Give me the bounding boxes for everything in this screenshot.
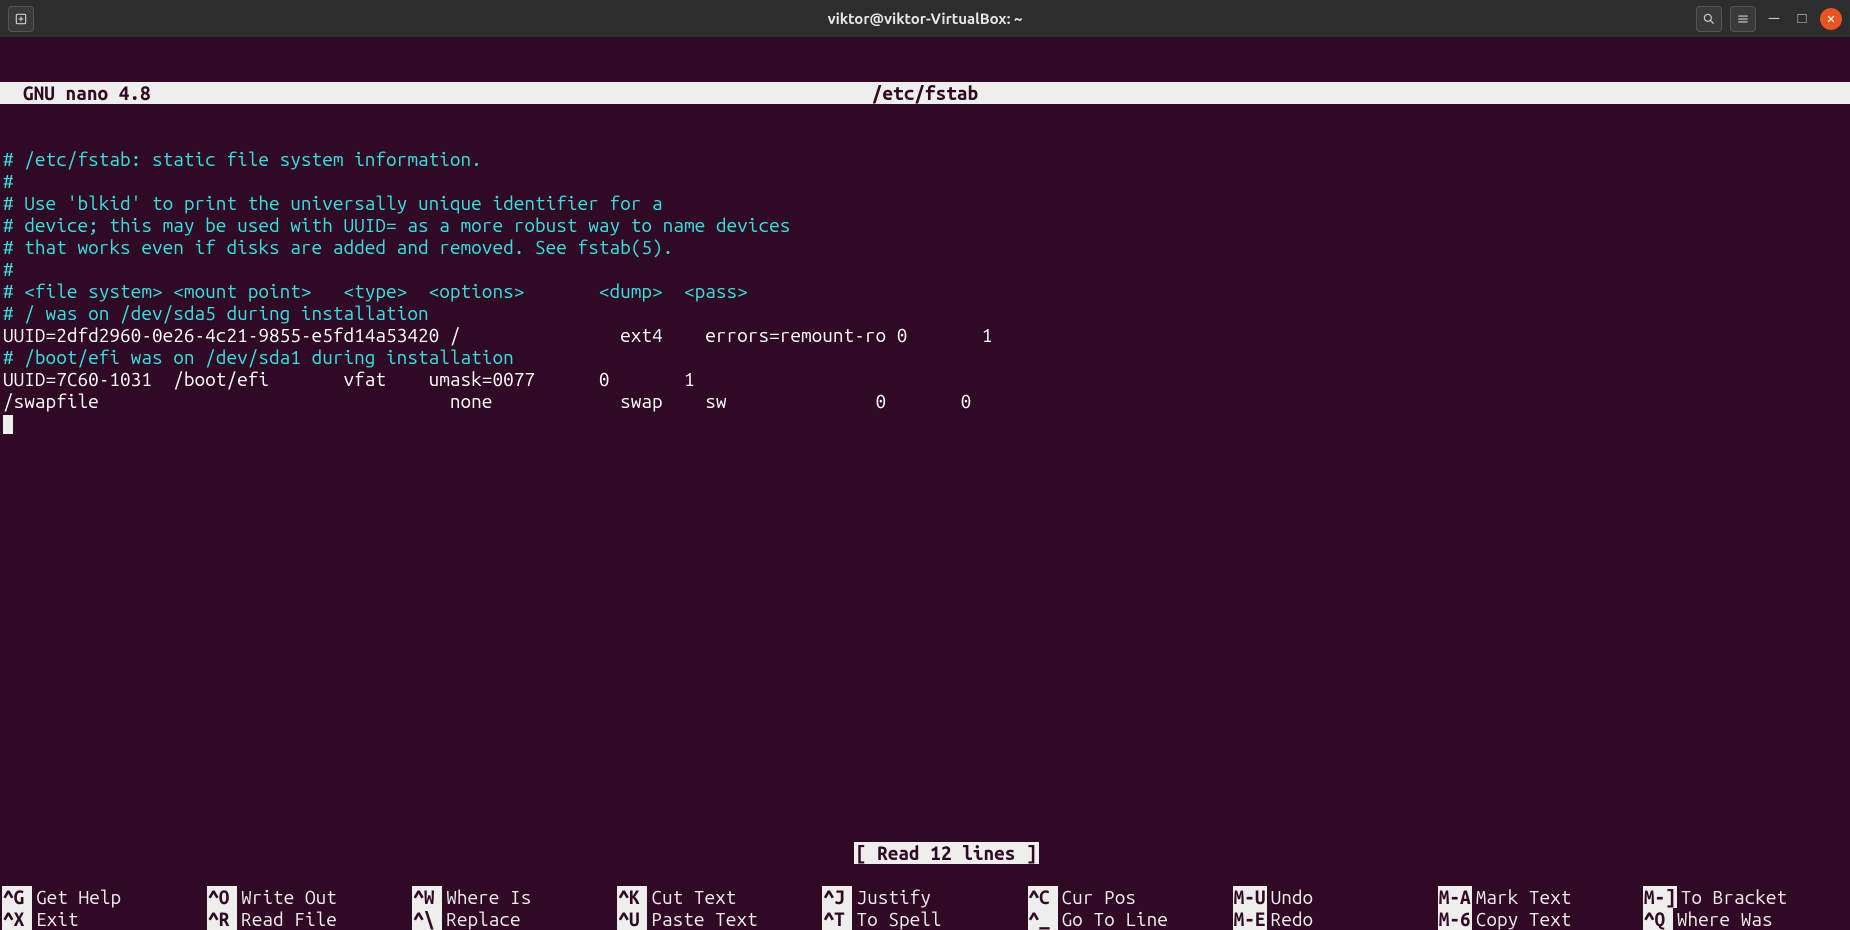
shortcut-mark-text[interactable]: M-AMark Text <box>1438 886 1643 908</box>
status-badge: [ Read 12 lines ] <box>854 842 1039 864</box>
shortcut-read-file[interactable]: ^RRead File <box>207 908 412 930</box>
window-title: viktor@viktor-VirtualBox: ~ <box>828 10 1023 27</box>
shortcut-go-to-line[interactable]: ^_Go To Line <box>1028 908 1233 930</box>
new-tab-button[interactable] <box>8 6 34 32</box>
comment-line: # Use 'blkid' to print the universally u… <box>3 192 663 214</box>
nano-status-line: [ Read 12 lines ] <box>0 820 1850 886</box>
comment-line: # <box>3 170 14 192</box>
nano-app-name: GNU nano 4.8 <box>3 82 151 104</box>
fstab-entry-line: UUID=2dfd2960-0e26-4c21-9855-e5fd14a5342… <box>3 324 993 346</box>
shortcut-cut-text[interactable]: ^KCut Text <box>617 886 822 908</box>
file-content[interactable]: # /etc/fstab: static file system informa… <box>3 148 1847 434</box>
menu-button[interactable] <box>1730 6 1756 32</box>
nano-header: GNU nano 4.8 /etc/fstab <box>0 82 1850 104</box>
nano-file-name: /etc/fstab <box>872 82 978 104</box>
comment-line: # device; this may be used with UUID= as… <box>3 214 790 236</box>
shortcut-bar: ^GGet Help ^OWrite Out ^WWhere Is ^KCut … <box>0 886 1850 930</box>
comment-line: # <box>3 258 14 280</box>
shortcut-to-bracket[interactable]: M-]To Bracket <box>1643 886 1848 908</box>
shortcut-justify[interactable]: ^JJustify <box>822 886 1027 908</box>
comment-line: # /etc/fstab: static file system informa… <box>3 148 482 170</box>
comment-line: # <file system> <mount point> <type> <op… <box>3 280 748 302</box>
shortcut-write-out[interactable]: ^OWrite Out <box>207 886 412 908</box>
fstab-entry-line: UUID=7C60-1031 /boot/efi vfat umask=0077… <box>3 368 695 390</box>
comment-line: # that works even if disks are added and… <box>3 236 673 258</box>
shortcut-where-was[interactable]: ^QWhere Was <box>1643 908 1848 930</box>
shortcut-undo[interactable]: M-UUndo <box>1233 886 1438 908</box>
shortcut-replace[interactable]: ^\Replace <box>412 908 617 930</box>
shortcut-exit[interactable]: ^XExit <box>2 908 207 930</box>
shortcut-cur-pos[interactable]: ^CCur Pos <box>1028 886 1233 908</box>
minimize-button[interactable]: ─ <box>1764 10 1784 27</box>
comment-line: # / was on /dev/sda5 during installation <box>3 302 429 324</box>
comment-line: # /boot/efi was on /dev/sda1 during inst… <box>3 346 514 368</box>
maximize-button[interactable]: □ <box>1792 10 1812 27</box>
fstab-entry-line: /swapfile none swap sw 0 0 <box>3 390 971 412</box>
shortcut-paste-text[interactable]: ^UPaste Text <box>617 908 822 930</box>
terminal[interactable]: GNU nano 4.8 /etc/fstab # /etc/fstab: st… <box>0 38 1850 930</box>
shortcut-where-is[interactable]: ^WWhere Is <box>412 886 617 908</box>
shortcut-redo[interactable]: M-ERedo <box>1233 908 1438 930</box>
shortcut-copy-text[interactable]: M-6Copy Text <box>1438 908 1643 930</box>
titlebar: viktor@viktor-VirtualBox: ~ ─ □ <box>0 0 1850 38</box>
text-cursor <box>3 415 13 434</box>
shortcut-get-help[interactable]: ^GGet Help <box>2 886 207 908</box>
close-button[interactable] <box>1820 8 1842 30</box>
search-button[interactable] <box>1696 6 1722 32</box>
shortcut-to-spell[interactable]: ^TTo Spell <box>822 908 1027 930</box>
